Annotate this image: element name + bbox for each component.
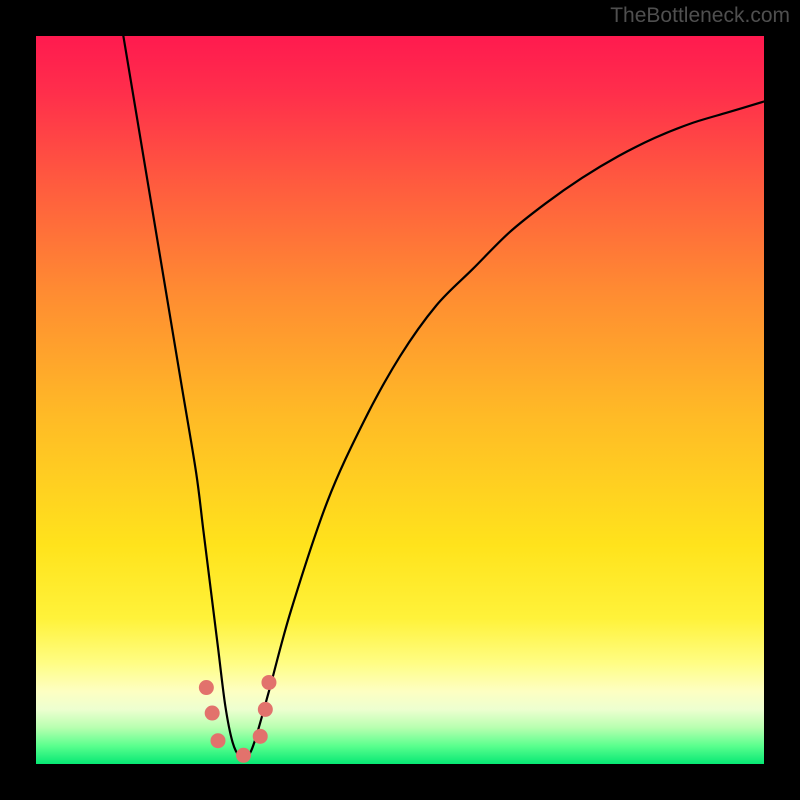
marker-dot (211, 733, 226, 748)
marker-dot (236, 748, 251, 763)
marker-dot (258, 702, 273, 717)
marker-dot (205, 706, 220, 721)
bottleneck-curve (123, 36, 764, 758)
marker-dot (199, 680, 214, 695)
plot-area (36, 36, 764, 764)
marker-dot (261, 675, 276, 690)
outer-frame: TheBottleneck.com (0, 0, 800, 800)
chart-svg (36, 36, 764, 764)
marker-dot (253, 729, 268, 744)
watermark-text: TheBottleneck.com (610, 4, 790, 28)
optimal-range-markers (199, 675, 277, 763)
